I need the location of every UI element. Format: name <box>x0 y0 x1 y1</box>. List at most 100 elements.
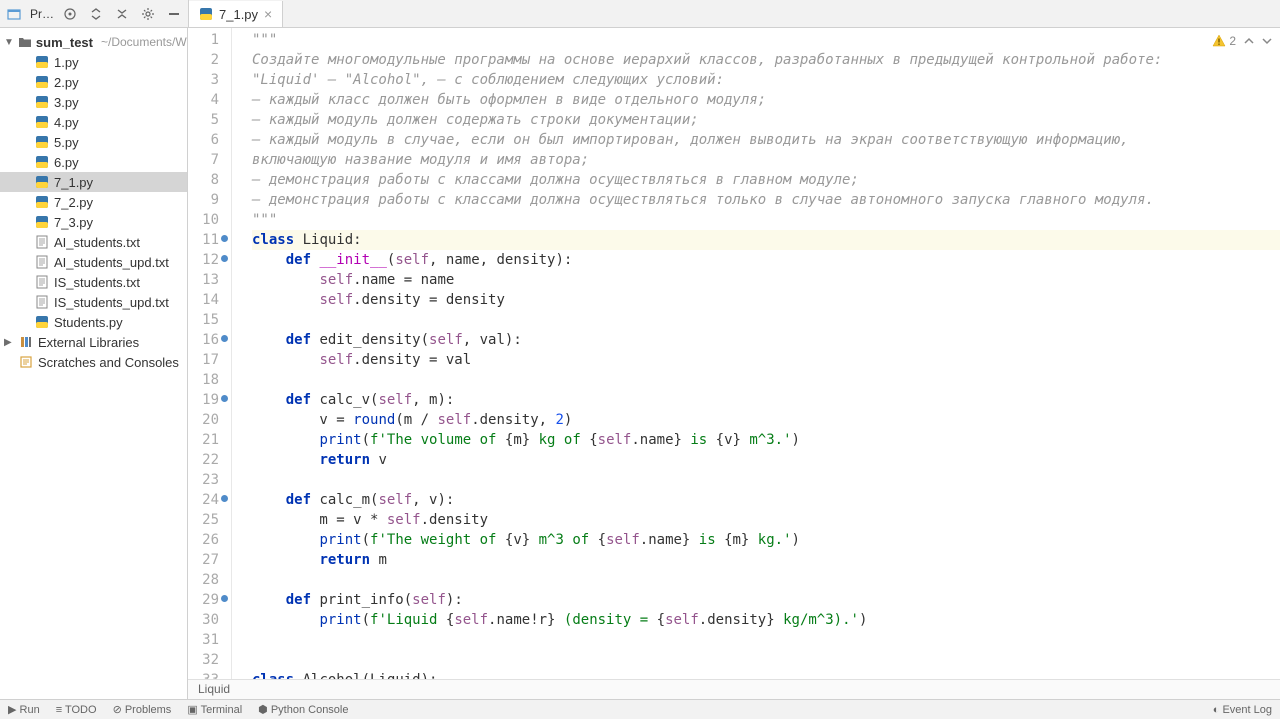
code-line[interactable] <box>252 370 1280 390</box>
warnings-badge[interactable]: 2 <box>1212 34 1236 48</box>
line-number[interactable]: 23 <box>188 470 231 490</box>
line-number[interactable]: 14 <box>188 290 231 310</box>
line-number[interactable]: 9 <box>188 190 231 210</box>
code-line[interactable]: print(f'The volume of {m} kg of {self.na… <box>252 430 1280 450</box>
code-line[interactable]: Создайте многомодульные программы на осн… <box>252 50 1280 70</box>
inspections-panel[interactable]: 2 <box>1212 34 1272 48</box>
run-tool[interactable]: ▶ Run <box>8 703 40 716</box>
collapse-icon[interactable] <box>112 4 132 24</box>
gutter-marker-icon[interactable] <box>220 334 229 343</box>
code-line[interactable]: print(f'The weight of {v} m^3 of {self.n… <box>252 530 1280 550</box>
breadcrumb-item[interactable]: Liquid <box>198 682 230 696</box>
todo-tool[interactable]: ≡ TODO <box>56 704 97 716</box>
code-line[interactable] <box>252 470 1280 490</box>
line-number[interactable]: 6 <box>188 130 231 150</box>
close-icon[interactable]: × <box>264 6 272 22</box>
target-icon[interactable] <box>60 4 80 24</box>
editor-body[interactable]: 1234567891011121314151617181920212223242… <box>188 28 1280 679</box>
inspection-down-icon[interactable] <box>1262 36 1272 46</box>
line-number[interactable]: 24 <box>188 490 231 510</box>
code-line[interactable]: self.density = density <box>252 290 1280 310</box>
terminal-tool[interactable]: ▣ Terminal <box>187 703 242 716</box>
line-number[interactable]: 17 <box>188 350 231 370</box>
code-line[interactable] <box>252 310 1280 330</box>
line-number[interactable]: 16 <box>188 330 231 350</box>
code-line[interactable]: def edit_density(self, val): <box>252 330 1280 350</box>
code-line[interactable]: class Liquid: <box>252 230 1280 250</box>
python-console-tool[interactable]: ⬢ Python Console <box>258 703 348 716</box>
code-line[interactable]: self.density = val <box>252 350 1280 370</box>
line-number[interactable]: 26 <box>188 530 231 550</box>
line-number[interactable]: 11 <box>188 230 231 250</box>
code-line[interactable]: self.name = name <box>252 270 1280 290</box>
hide-icon[interactable] <box>164 4 184 24</box>
line-number[interactable]: 15 <box>188 310 231 330</box>
code-line[interactable]: return v <box>252 450 1280 470</box>
inspection-up-icon[interactable] <box>1244 36 1254 46</box>
line-number[interactable]: 1 <box>188 30 231 50</box>
problems-tool[interactable]: ⊘ Problems <box>113 703 172 716</box>
line-number[interactable]: 27 <box>188 550 231 570</box>
code-line[interactable]: m = v * self.density <box>252 510 1280 530</box>
event-log-tool[interactable]: ◐ Event Log <box>1213 704 1272 716</box>
line-number[interactable]: 5 <box>188 110 231 130</box>
line-number[interactable]: 28 <box>188 570 231 590</box>
line-number[interactable]: 31 <box>188 630 231 650</box>
tree-root[interactable]: ▼ sum_test ~/Documents/W <box>0 32 187 52</box>
tree-file[interactable]: 5.py <box>0 132 187 152</box>
code-line[interactable]: – демонстрация работы с классами должна … <box>252 170 1280 190</box>
line-number[interactable]: 19 <box>188 390 231 410</box>
tree-file[interactable]: 7_1.py <box>0 172 187 192</box>
line-number[interactable]: 32 <box>188 650 231 670</box>
code-line[interactable]: print(f'Liquid {self.name!r} (density = … <box>252 610 1280 630</box>
code-line[interactable]: def __init__(self, name, density): <box>252 250 1280 270</box>
tree-file[interactable]: 7_2.py <box>0 192 187 212</box>
gutter[interactable]: 1234567891011121314151617181920212223242… <box>188 28 232 679</box>
line-number[interactable]: 4 <box>188 90 231 110</box>
line-number[interactable]: 20 <box>188 410 231 430</box>
tree-external-libraries[interactable]: ▶ External Libraries <box>0 332 187 352</box>
gutter-marker-icon[interactable] <box>220 494 229 503</box>
line-number[interactable]: 29 <box>188 590 231 610</box>
code-line[interactable]: "Liquid' – "Alcohol", – с соблюдением сл… <box>252 70 1280 90</box>
line-number[interactable]: 21 <box>188 430 231 450</box>
gutter-marker-icon[interactable] <box>220 394 229 403</box>
line-number[interactable]: 3 <box>188 70 231 90</box>
tree-file[interactable]: AI_students.txt <box>0 232 187 252</box>
tree-file[interactable]: IS_students_upd.txt <box>0 292 187 312</box>
code-area[interactable]: """Создайте многомодульные программы на … <box>246 28 1280 679</box>
line-number[interactable]: 22 <box>188 450 231 470</box>
gutter-marker-icon[interactable] <box>220 594 229 603</box>
code-line[interactable]: def calc_v(self, m): <box>252 390 1280 410</box>
tree-file[interactable]: 6.py <box>0 152 187 172</box>
breadcrumb[interactable]: Liquid <box>188 679 1280 699</box>
line-number[interactable]: 13 <box>188 270 231 290</box>
code-line[interactable] <box>252 630 1280 650</box>
tree-file[interactable]: 1.py <box>0 52 187 72</box>
code-line[interactable]: – каждый класс должен быть оформлен в ви… <box>252 90 1280 110</box>
line-number[interactable]: 25 <box>188 510 231 530</box>
gutter-marker-icon[interactable] <box>220 234 229 243</box>
tree-file[interactable]: IS_students.txt <box>0 272 187 292</box>
code-line[interactable]: def calc_m(self, v): <box>252 490 1280 510</box>
code-line[interactable]: """ <box>252 30 1280 50</box>
line-number[interactable]: 10 <box>188 210 231 230</box>
tree-file[interactable]: 4.py <box>0 112 187 132</box>
code-line[interactable]: включающую название модуля и имя автора; <box>252 150 1280 170</box>
project-icon[interactable] <box>4 4 24 24</box>
code-line[interactable]: – демонстрация работы с классами должна … <box>252 190 1280 210</box>
tab-7_1[interactable]: 7_1.py × <box>189 1 283 27</box>
code-line[interactable] <box>252 570 1280 590</box>
code-line[interactable]: – каждый модуль должен содержать строки … <box>252 110 1280 130</box>
line-number[interactable]: 18 <box>188 370 231 390</box>
chevron-right-icon[interactable]: ▶ <box>4 337 14 348</box>
code-line[interactable]: – каждый модуль в случае, если он был им… <box>252 130 1280 150</box>
project-tree[interactable]: ▼ sum_test ~/Documents/W 1.py 2.py 3.py … <box>0 28 188 699</box>
line-number[interactable]: 33 <box>188 670 231 679</box>
tree-file[interactable]: AI_students_upd.txt <box>0 252 187 272</box>
gutter-fold[interactable] <box>232 28 246 679</box>
tree-file[interactable]: Students.py <box>0 312 187 332</box>
line-number[interactable]: 7 <box>188 150 231 170</box>
code-line[interactable]: """ <box>252 210 1280 230</box>
code-line[interactable] <box>252 650 1280 670</box>
